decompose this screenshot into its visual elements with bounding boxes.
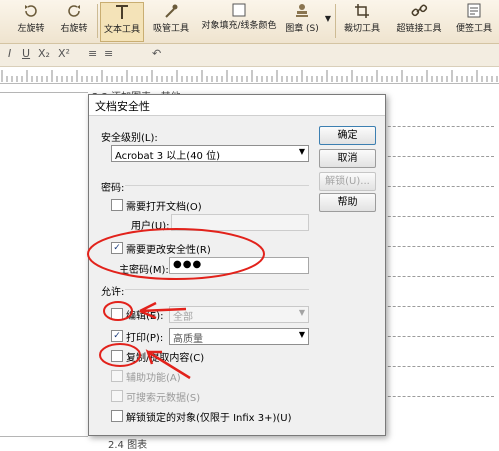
fill-color-button[interactable]: 对象填充/线条颜色 bbox=[200, 2, 278, 40]
fill-color-icon bbox=[232, 3, 246, 17]
main-toolbar: 左旋转 右旋转 文本工具 吸管工具 对象填充/线条颜色 图章 (S) ▼ 裁切工… bbox=[0, 0, 499, 44]
cancel-button[interactable]: 取消 bbox=[319, 149, 376, 168]
security-level-value: Acrobat 3 以上(40 位) bbox=[115, 151, 220, 162]
group-divider bbox=[125, 185, 309, 186]
chevron-down-icon: ▼ bbox=[324, 14, 332, 23]
document-text: 2.4 图表 bbox=[108, 440, 148, 451]
master-password-value: ●●● bbox=[173, 259, 203, 270]
require-open-checkbox[interactable] bbox=[111, 199, 123, 211]
document-dashed-line bbox=[378, 396, 494, 397]
accessibility-checkbox[interactable] bbox=[111, 370, 123, 382]
searchable-metadata-label: 可搜索元数据(S) bbox=[126, 393, 201, 404]
italic-button[interactable]: I bbox=[8, 47, 11, 60]
text-tool-label: 文本工具 bbox=[103, 25, 140, 35]
toolbar-separator bbox=[97, 4, 98, 38]
superscript-button[interactable]: X² bbox=[58, 47, 70, 60]
unlock-locked-objects-label: 解锁锁定的对象(仅限于 Infix 3+)(U) bbox=[126, 413, 292, 424]
document-dashed-line bbox=[378, 216, 494, 217]
toolbar-separator bbox=[335, 4, 336, 38]
master-password-label: 主密码(M): bbox=[119, 265, 169, 276]
document-dashed-line bbox=[378, 246, 494, 247]
underline-button[interactable]: U bbox=[22, 47, 30, 60]
require-open-label: 需要打开文档(O) bbox=[126, 202, 202, 213]
document-security-dialog: 文档安全性 安全级别(L): Acrobat 3 以上(40 位) ▼ 密码: … bbox=[88, 94, 386, 436]
rotate-left-label: 左旋转 bbox=[17, 24, 45, 34]
rotate-right-button[interactable]: 右旋转 bbox=[55, 2, 93, 40]
chevron-down-icon: ▼ bbox=[298, 308, 305, 317]
require-change-label: 需要更改安全性(R) bbox=[126, 245, 211, 256]
group-divider bbox=[125, 289, 309, 290]
stamp-label: 图章 (S) bbox=[285, 24, 319, 34]
crop-tool-button[interactable]: 裁切工具 bbox=[340, 2, 384, 40]
help-button[interactable]: 帮助 bbox=[319, 193, 376, 212]
print-quality-value: 高质量 bbox=[173, 334, 203, 345]
text-tool-button[interactable]: 文本工具 bbox=[100, 2, 144, 42]
security-level-label: 安全级别(L): bbox=[101, 133, 158, 144]
edit-permission-value: 全部 bbox=[173, 312, 193, 323]
rotate-right-icon bbox=[68, 5, 80, 17]
permissions-group-label: 允许: bbox=[101, 287, 125, 298]
rotate-left-icon bbox=[25, 5, 37, 17]
print-quality-select[interactable]: 高质量 ▼ bbox=[169, 328, 309, 345]
document-dashed-line bbox=[378, 186, 494, 187]
dialog-title: 文档安全性 bbox=[95, 100, 150, 113]
rotate-left-button[interactable]: 左旋转 bbox=[12, 2, 50, 40]
dialog-title-bar[interactable]: 文档安全性 bbox=[89, 95, 385, 116]
stamp-icon bbox=[296, 4, 308, 17]
crop-icon bbox=[355, 4, 369, 18]
edit-checkbox[interactable] bbox=[111, 308, 123, 320]
document-dashed-line bbox=[378, 366, 494, 367]
hyperlink-icon bbox=[411, 4, 428, 17]
document-dashed-line bbox=[378, 126, 494, 127]
document-dashed-line bbox=[378, 336, 494, 337]
eyedropper-label: 吸管工具 bbox=[152, 24, 189, 34]
rotate-right-label: 右旋转 bbox=[60, 24, 88, 34]
unlock-button[interactable]: 解锁(U)... bbox=[319, 172, 376, 191]
text-tool-icon bbox=[116, 5, 128, 19]
note-tool-label: 便签工具 bbox=[455, 24, 492, 34]
print-label: 打印(P): bbox=[126, 333, 164, 344]
master-password-input[interactable]: ●●● bbox=[169, 257, 309, 274]
eyedropper-icon bbox=[165, 4, 178, 18]
align-justify-button[interactable]: ≡ bbox=[104, 47, 113, 60]
subscript-button[interactable]: X₂ bbox=[38, 47, 50, 60]
chevron-down-icon: ▼ bbox=[298, 147, 305, 156]
document-dashed-line bbox=[378, 156, 494, 157]
user-password-label: 用户(U): bbox=[131, 221, 170, 232]
document-line bbox=[0, 92, 88, 93]
user-password-input[interactable] bbox=[171, 214, 309, 231]
document-line bbox=[0, 436, 88, 437]
format-bar: I U X₂ X² ≡ ≡ ↶ bbox=[0, 44, 499, 67]
note-tool-button[interactable]: 便签工具 bbox=[452, 2, 496, 40]
note-icon bbox=[467, 3, 481, 18]
security-level-select[interactable]: Acrobat 3 以上(40 位) ▼ bbox=[111, 145, 309, 162]
document-dashed-line bbox=[378, 276, 494, 277]
hyperlink-tool-button[interactable]: 超链接工具 bbox=[392, 2, 446, 40]
eyedropper-button[interactable]: 吸管工具 bbox=[148, 2, 194, 40]
document-dashed-line bbox=[378, 306, 494, 307]
hyperlink-tool-label: 超链接工具 bbox=[396, 24, 442, 34]
undo-icon[interactable]: ↶ bbox=[152, 47, 161, 60]
horizontal-ruler bbox=[0, 67, 499, 84]
chevron-down-icon: ▼ bbox=[298, 330, 305, 339]
print-checkbox[interactable]: ✓ bbox=[111, 330, 123, 342]
stamp-dropdown-button[interactable]: ▼ bbox=[324, 2, 332, 40]
align-left-button[interactable]: ≡ bbox=[88, 47, 97, 60]
accessibility-label: 辅助功能(A) bbox=[126, 373, 181, 384]
crop-tool-label: 裁切工具 bbox=[343, 24, 380, 34]
stamp-button[interactable]: 图章 (S) bbox=[282, 2, 322, 40]
edit-label: 编辑(E): bbox=[126, 311, 164, 322]
ok-button[interactable]: 确定 bbox=[319, 126, 376, 145]
unlock-locked-objects-checkbox[interactable] bbox=[111, 410, 123, 422]
copy-extract-label: 复制/提取内容(C) bbox=[126, 353, 205, 364]
searchable-metadata-checkbox[interactable] bbox=[111, 390, 123, 402]
edit-permission-select[interactable]: 全部 ▼ bbox=[169, 306, 309, 323]
fill-color-label: 对象填充/线条颜色 bbox=[201, 21, 277, 31]
require-change-checkbox[interactable]: ✓ bbox=[111, 242, 123, 254]
copy-extract-checkbox[interactable] bbox=[111, 350, 123, 362]
password-group-label: 密码: bbox=[101, 183, 125, 194]
